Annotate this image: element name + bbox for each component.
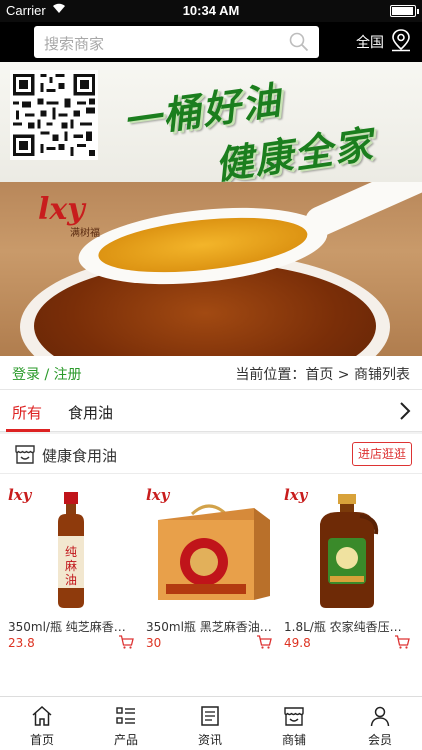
tab-all[interactable]: 所有	[12, 402, 42, 423]
list-icon	[116, 707, 135, 724]
region-selector[interactable]: 全国	[356, 32, 384, 52]
nav-shops[interactable]: 商铺	[252, 697, 336, 750]
qr-code-image	[10, 70, 98, 160]
nav-home-label: 首页	[29, 733, 54, 747]
product-card[interactable]: lxy 350ml瓶 黑芝麻香油 … 30	[144, 484, 274, 684]
current-location: 当前位置：首页 > 商铺列表	[235, 367, 410, 383]
home-icon	[32, 705, 52, 726]
location-pin-icon[interactable]	[390, 28, 412, 52]
chevron-right-icon[interactable]	[398, 400, 412, 422]
shop-card: 健康食用油 进店逛逛 lxy 纯 麻 油 350ml/瓶 纯芝麻香油… 23.8…	[0, 434, 422, 696]
register-link[interactable]: 注册	[54, 367, 82, 383]
active-tab-indicator	[6, 429, 50, 432]
svg-text:麻: 麻	[65, 558, 77, 573]
svg-text:纯: 纯	[65, 545, 77, 559]
search-placeholder: 搜索商家	[44, 35, 105, 53]
brand-logo-sub: 满树福	[70, 228, 100, 239]
category-tabs: 所有 食用油	[0, 390, 422, 432]
nav-news-label: 资讯	[197, 733, 222, 747]
auth-separator: /	[44, 367, 50, 383]
product-image[interactable]: lxy	[144, 484, 274, 614]
nav-member-label: 会员	[367, 733, 392, 747]
battery-icon	[390, 5, 419, 17]
product-name[interactable]: 350ml瓶 黑芝麻香油 …	[146, 618, 274, 635]
store-icon	[15, 445, 35, 464]
promo-banner[interactable]: 一桶好油 健康全家 lxy 满树福	[0, 62, 422, 356]
product-price: 23.8	[8, 636, 35, 650]
svg-text:油: 油	[65, 573, 77, 587]
product-card[interactable]: lxy 1.8L/瓶 农家纯香压… 49.8	[282, 484, 412, 684]
clock: 10:34 AM	[182, 3, 240, 18]
auth-links: 登录 / 注册	[12, 364, 82, 384]
cart-icon[interactable]	[118, 634, 134, 650]
enter-shop-button[interactable]: 进店逛逛	[351, 442, 412, 466]
nav-news[interactable]: 资讯	[168, 697, 252, 750]
search-input[interactable]: 搜索商家	[34, 26, 319, 58]
tab-cooking-oil[interactable]: 食用油	[68, 402, 113, 423]
breadcrumb: 登录 / 注册 当前位置：首页 > 商铺列表	[0, 356, 422, 390]
nav-member[interactable]: 会员	[338, 697, 422, 750]
user-icon	[370, 706, 390, 727]
nav-shops-label: 商铺	[281, 733, 306, 747]
brand-logo: lxy	[38, 192, 85, 227]
cart-icon[interactable]	[256, 634, 272, 650]
login-link[interactable]: 登录	[12, 367, 40, 383]
product-image[interactable]: lxy	[282, 484, 412, 614]
product-price: 49.8	[284, 636, 311, 650]
product-name[interactable]: 350ml/瓶 纯芝麻香油…	[8, 618, 136, 635]
search-icon[interactable]	[289, 32, 309, 52]
news-icon	[201, 706, 219, 726]
cart-icon[interactable]	[394, 634, 410, 650]
product-card[interactable]: lxy 纯 麻 油 350ml/瓶 纯芝麻香油… 23.8	[6, 484, 136, 684]
top-header: 搜索商家 全国	[0, 22, 422, 62]
store-icon	[284, 707, 304, 726]
product-image[interactable]: lxy 纯 麻 油	[6, 484, 136, 614]
nav-products-label: 产品	[113, 733, 138, 747]
bottom-nav: 首页 产品 资讯 商铺 会员	[0, 696, 422, 750]
shop-header: 健康食用油 进店逛逛	[0, 434, 422, 474]
product-name[interactable]: 1.8L/瓶 农家纯香压…	[284, 618, 412, 635]
oil-bowl-photo: lxy 满树福	[0, 182, 422, 356]
shop-name: 健康食用油	[42, 447, 118, 465]
nav-home[interactable]: 首页	[0, 697, 84, 750]
status-bar: Carrier 10:34 AM	[0, 0, 422, 22]
product-price: 30	[146, 636, 162, 650]
nav-products[interactable]: 产品	[84, 697, 168, 750]
